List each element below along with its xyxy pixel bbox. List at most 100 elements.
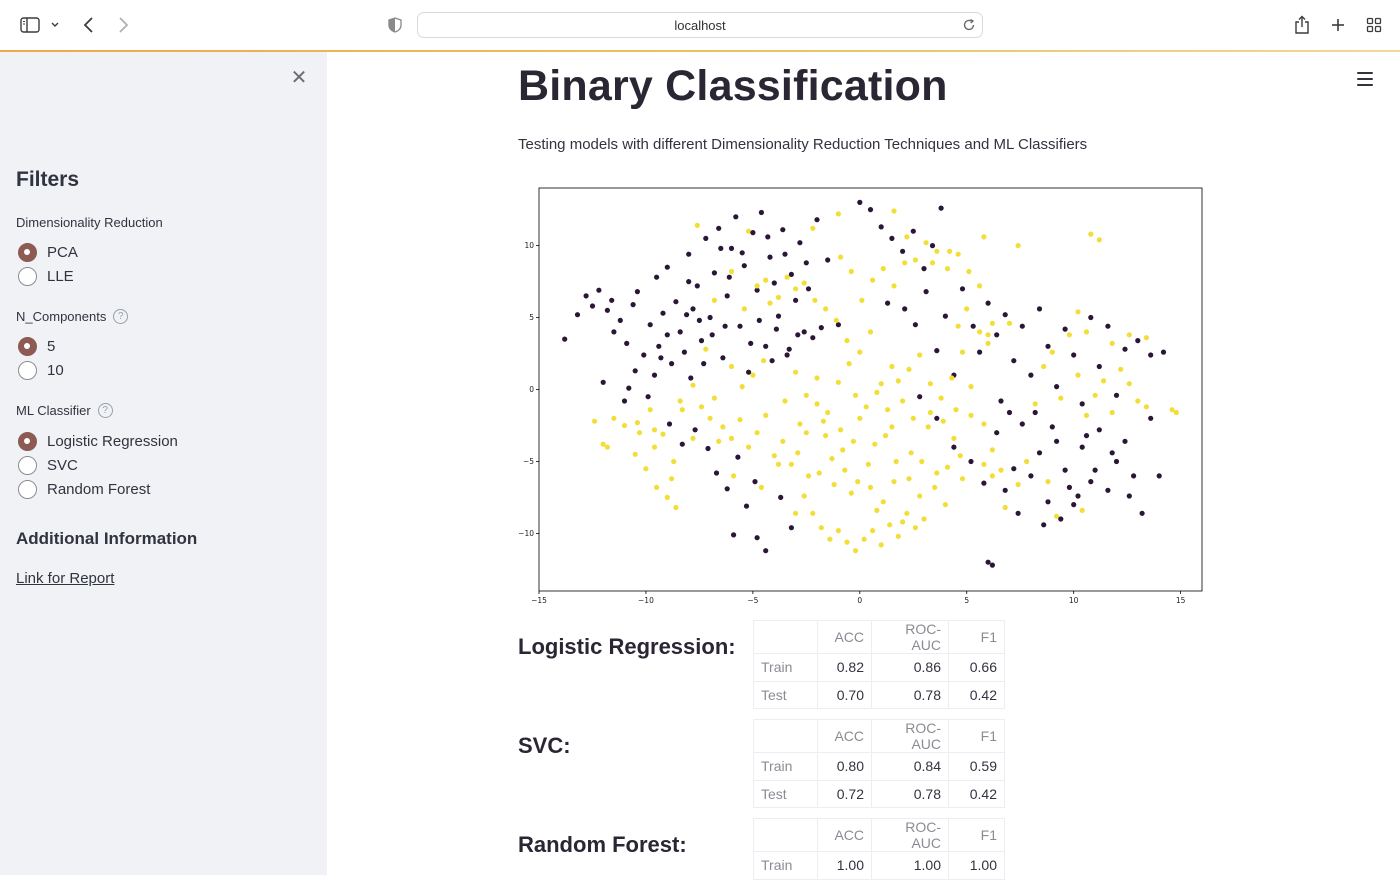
scatter-point-class-1 <box>846 361 852 367</box>
table-cell: 0.42 <box>948 680 1005 709</box>
radio-random-forest[interactable]: Random Forest <box>18 480 150 499</box>
scatter-point-class-0 <box>1036 306 1043 312</box>
scatter-point-class-1 <box>885 407 891 413</box>
scatter-point-class-0 <box>658 355 664 361</box>
scatter-point-class-1 <box>891 283 897 289</box>
scatter-plot: −15 −10 −5 0 5 10 15 10 5 0 −5 −10 <box>518 187 1203 605</box>
scatter-point-class-0 <box>1096 363 1102 370</box>
radio-5[interactable]: 5 <box>18 337 55 356</box>
radio-checked-icon <box>18 432 37 451</box>
x-tick-label: 15 <box>1176 596 1186 605</box>
scatter-point-class-1 <box>1083 329 1090 335</box>
scatter-point-class-1 <box>977 329 983 335</box>
sidebar: ✕ Filters Dimensionality Reduction PCA L… <box>0 52 327 875</box>
scatter-point-class-1 <box>917 493 923 499</box>
forward-icon[interactable] <box>114 12 132 38</box>
scatter-point-class-0 <box>724 293 730 299</box>
share-icon[interactable] <box>1292 12 1312 38</box>
scatter-point-class-0 <box>788 525 794 531</box>
scatter-point-class-1 <box>1126 332 1132 338</box>
scatter-point-class-1 <box>746 444 752 450</box>
scatter-point-class-1 <box>793 286 799 292</box>
radio-lle[interactable]: LLE <box>18 267 74 286</box>
scatter-point-class-1 <box>741 306 747 312</box>
sidebar-toggle-icon[interactable] <box>18 12 42 38</box>
close-icon[interactable]: ✕ <box>289 68 309 88</box>
scatter-point-class-1 <box>795 450 801 456</box>
scatter-point-class-1 <box>750 372 756 378</box>
scatter-point-class-0 <box>867 207 874 213</box>
row-header: Train <box>753 653 818 682</box>
radio-svc[interactable]: SVC <box>18 456 78 475</box>
scatter-point-class-0 <box>938 205 944 211</box>
scatter-point-class-0 <box>769 358 775 364</box>
scatter-point-class-0 <box>634 289 640 295</box>
scatter-point-class-0 <box>921 266 927 272</box>
column-header: ACC <box>817 620 872 654</box>
new-tab-icon[interactable] <box>1328 12 1348 38</box>
menu-icon[interactable] <box>1357 72 1373 86</box>
scatter-point-class-0 <box>632 368 638 374</box>
help-icon[interactable]: ? <box>97 403 113 418</box>
scatter-point-class-1 <box>754 283 760 289</box>
scatter-point-class-0 <box>994 430 1000 436</box>
scatter-point-class-0 <box>1002 487 1008 493</box>
radio-10[interactable]: 10 <box>18 361 64 380</box>
scatter-point-class-1 <box>859 297 865 303</box>
scatter-point-class-1 <box>887 522 893 528</box>
scatter-point-class-1 <box>611 415 617 421</box>
scatter-point-class-1 <box>716 438 722 444</box>
address-bar[interactable]: localhost <box>417 12 983 38</box>
scatter-point-class-0 <box>660 310 666 316</box>
scatter-point-class-0 <box>716 225 722 231</box>
scatter-point-class-1 <box>810 225 816 231</box>
scatter-point-class-0 <box>1148 352 1154 358</box>
back-icon[interactable] <box>80 12 98 38</box>
table-cell: 0.78 <box>871 680 949 709</box>
radio-logistic-regression[interactable]: Logistic Regression <box>18 432 178 451</box>
scatter-point-class-1 <box>989 473 995 479</box>
scatter-point-class-1 <box>921 516 927 522</box>
scatter-point-class-0 <box>758 209 764 216</box>
scatter-point-class-0 <box>775 313 782 319</box>
scatter-point-class-0 <box>707 314 713 321</box>
scatter-point-class-0 <box>778 494 784 500</box>
scatter-point-class-0 <box>737 323 743 329</box>
column-header: ROC-AUC <box>871 818 949 852</box>
reload-icon[interactable] <box>962 18 976 32</box>
scatter-point-class-1 <box>977 283 983 289</box>
scatter-point-class-0 <box>1054 384 1060 390</box>
radio-unchecked-icon <box>18 480 37 499</box>
scatter-point-class-0 <box>1113 458 1120 465</box>
scatter-point-class-0 <box>630 302 636 308</box>
column-header: ACC <box>817 818 872 852</box>
scatter-point-class-1 <box>955 251 961 257</box>
scatter-point-class-1 <box>679 407 685 413</box>
scatter-point-class-1 <box>895 533 901 539</box>
scatter-point-class-1 <box>784 274 790 280</box>
scatter-point-class-0 <box>1002 312 1008 318</box>
scatter-point-class-1 <box>1006 320 1013 326</box>
scatter-point-class-1 <box>902 260 908 266</box>
report-link[interactable]: Link for Report <box>16 570 114 587</box>
scatter-point-class-0 <box>679 441 685 447</box>
scatter-point-class-1 <box>942 502 948 508</box>
scatter-point-class-0 <box>694 283 700 289</box>
radio-pca[interactable]: PCA <box>18 243 78 262</box>
scatter-point-class-0 <box>600 379 606 385</box>
scatter-point-class-1 <box>647 407 653 413</box>
scatter-point-class-1 <box>1015 481 1021 488</box>
scatter-point-class-0 <box>959 286 966 292</box>
scatter-point-class-1 <box>940 418 946 424</box>
chevron-down-icon[interactable] <box>48 12 62 38</box>
scatter-point-class-0 <box>1105 323 1111 329</box>
scatter-point-class-0 <box>711 270 717 276</box>
table-cell: 0.80 <box>817 752 872 781</box>
scatter-point-class-0 <box>1071 502 1077 508</box>
help-icon[interactable]: ? <box>113 309 129 324</box>
scatter-point-class-1 <box>1032 401 1038 407</box>
tab-overview-icon[interactable] <box>1364 12 1384 38</box>
scatter-point-class-0 <box>900 248 906 254</box>
table-cell: 0.86 <box>871 653 949 682</box>
scatter-point-class-1 <box>870 528 876 534</box>
